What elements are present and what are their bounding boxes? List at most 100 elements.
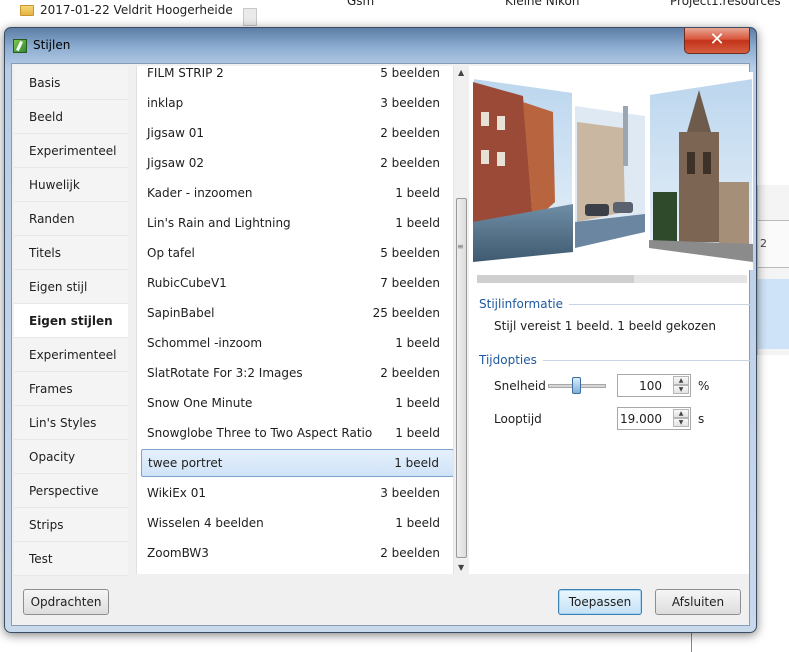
style-name: Kader - inzoomen <box>147 186 253 200</box>
style-list-item[interactable]: WikiEx 01 3 beelden <box>141 479 454 507</box>
style-image-count: 3 beelden <box>380 96 440 110</box>
speed-unit: % <box>698 379 710 393</box>
duration-increase-icon[interactable]: ▲ <box>673 409 689 418</box>
style-name: FILM STRIP 2 <box>147 66 224 80</box>
style-image-count: 1 beeld <box>395 186 440 200</box>
style-list-item[interactable]: Snow One Minute 1 beeld <box>141 389 454 417</box>
close-window-button[interactable]: ✕ <box>684 28 750 54</box>
category-item[interactable]: Experimenteel <box>14 134 128 168</box>
dialog-titlebar[interactable]: Stijlen ✕ <box>5 28 756 62</box>
category-item[interactable]: Eigen stijl <box>14 270 128 304</box>
background-column-3: Project1.resources <box>670 0 781 8</box>
category-item[interactable]: Test <box>14 542 128 576</box>
background-column-1: Gsm <box>347 0 375 8</box>
style-image-count: 2 beelden <box>380 126 440 140</box>
style-name: Snow One Minute <box>147 396 253 410</box>
preview-progress-fill <box>477 275 634 283</box>
style-name: ZoomBW3 <box>147 546 209 560</box>
style-list-item[interactable]: SapinBabel 25 beelden <box>141 299 454 327</box>
style-list-scrollbar[interactable]: ▲ ≡ ▼ <box>453 66 469 574</box>
style-preview <box>473 72 753 270</box>
preview-image <box>473 72 753 270</box>
duration-spin-buttons[interactable]: ▲ ▼ <box>673 409 689 428</box>
category-item[interactable]: Opacity <box>14 440 128 474</box>
speed-spin-buttons[interactable]: ▲ ▼ <box>673 376 689 395</box>
timing-group-title: Tijdopties <box>479 353 753 367</box>
style-image-count: 2 beelden <box>380 366 440 380</box>
category-item[interactable]: Lin's Styles <box>14 406 128 440</box>
category-item[interactable]: Frames <box>14 372 128 406</box>
commands-button[interactable]: Opdrachten <box>23 589 109 615</box>
speed-increase-icon[interactable]: ▲ <box>673 376 689 385</box>
scroll-down-icon[interactable]: ▼ <box>458 563 464 572</box>
style-list-item[interactable]: Jigsaw 01 2 beelden <box>141 119 454 147</box>
category-item[interactable]: Eigen stijlen <box>14 304 128 338</box>
category-item[interactable]: Basis <box>14 66 128 100</box>
background-folder-label: 2017-01-22 Veldrit Hoogerheide <box>40 3 233 17</box>
style-info-group-title: Stijlinformatie <box>479 297 752 311</box>
style-list-item[interactable]: ZoomBW3 2 beelden <box>141 539 454 567</box>
background-file-list: 2017-01-22 Veldrit Hoogerheide Gsm Klein… <box>0 0 789 26</box>
duration-value[interactable]: 19.000 <box>620 412 662 426</box>
apply-button[interactable]: Toepassen <box>558 589 642 615</box>
background-selection <box>758 279 789 349</box>
style-image-count: 1 beeld <box>395 516 440 530</box>
style-info-text: Stijl vereist 1 beeld. 1 beeld gekozen <box>494 319 716 333</box>
speed-value[interactable]: 100 <box>639 379 662 393</box>
style-name: SlatRotate For 3:2 Images <box>147 366 303 380</box>
style-list-item[interactable]: Wisselen 4 beelden 1 beeld <box>141 509 454 537</box>
styles-dialog: Stijlen ✕ Basis Beeld Experimenteel Huwelij… <box>4 27 757 633</box>
style-name: Wisselen 4 beelden <box>147 516 264 530</box>
duration-spinbox[interactable]: 19.000 ▲ ▼ <box>617 407 691 430</box>
speed-spinbox[interactable]: 100 ▲ ▼ <box>617 374 691 397</box>
category-item[interactable]: Beeld <box>14 100 128 134</box>
scroll-up-icon[interactable]: ▲ <box>458 68 464 77</box>
style-image-count: 1 beeld <box>395 336 440 350</box>
style-image-count: 25 beelden <box>372 306 440 320</box>
speed-slider[interactable] <box>548 377 606 395</box>
category-item[interactable]: Huwelijk <box>14 168 128 202</box>
style-list-item[interactable]: FILM STRIP 2 5 beelden <box>141 66 454 87</box>
close-icon: ✕ <box>709 29 725 50</box>
style-list-item[interactable]: Jigsaw 02 2 beelden <box>141 149 454 177</box>
style-image-count: 1 beeld <box>395 426 440 440</box>
scroll-thumb[interactable] <box>456 198 467 558</box>
timing-title-text: Tijdopties <box>479 353 537 367</box>
style-list-item[interactable]: SlatRotate For 3:2 Images 2 beelden <box>141 359 454 387</box>
style-name: WikiEx 01 <box>147 486 206 500</box>
style-image-count: 2 beelden <box>380 156 440 170</box>
style-list-item[interactable]: Snowglobe Three to Two Aspect Ratio 1 bee… <box>141 419 454 447</box>
style-list-item[interactable]: twee portret 1 beeld <box>141 449 454 477</box>
app-icon <box>13 39 27 53</box>
category-item[interactable]: Strips <box>14 508 128 542</box>
speed-label: Snelheid <box>494 379 546 393</box>
style-details-panel: Stijlinformatie Stijl vereist 1 beeld. 1… <box>469 66 753 574</box>
background-column-2: Kleine Nikon <box>505 0 580 8</box>
speed-decrease-icon[interactable]: ▼ <box>673 385 689 394</box>
category-item[interactable]: Randen <box>14 202 128 236</box>
style-image-count: 1 beeld <box>395 216 440 230</box>
style-image-count: 5 beelden <box>380 66 440 80</box>
style-image-count: 5 beelden <box>380 246 440 260</box>
style-image-count: 7 beelden <box>380 276 440 290</box>
category-item[interactable]: Perspective <box>14 474 128 508</box>
category-item[interactable]: Titels <box>14 236 128 270</box>
dialog-title: Stijlen <box>33 38 71 52</box>
style-name: inklap <box>147 96 184 110</box>
speed-slider-knob[interactable] <box>572 377 581 394</box>
style-list-item[interactable]: RubicCubeV1 7 beelden <box>141 269 454 297</box>
duration-decrease-icon[interactable]: ▼ <box>673 418 689 427</box>
style-list-item[interactable]: Lin's Rain and Lightning 1 beeld <box>141 209 454 237</box>
style-list-item[interactable]: Kader - inzoomen 1 beeld <box>141 179 454 207</box>
category-item[interactable]: Experimenteel <box>14 338 128 372</box>
style-list-item[interactable]: Schommel -inzoom 1 beeld <box>141 329 454 357</box>
style-list-item[interactable]: Op tafel 5 beelden <box>141 239 454 267</box>
background-scrollbar[interactable] <box>243 8 257 26</box>
close-button[interactable]: Afsluiten <box>655 589 741 615</box>
background-folder-item[interactable]: 2017-01-22 Veldrit Hoogerheide <box>20 0 233 20</box>
style-name: Schommel -inzoom <box>147 336 263 350</box>
style-list-item[interactable]: inklap 3 beelden <box>141 89 454 117</box>
style-name: twee portret <box>148 456 223 470</box>
category-list: Basis Beeld Experimenteel Huwelijk Randen Tit… <box>14 66 128 576</box>
style-image-count: 1 beeld <box>395 396 440 410</box>
